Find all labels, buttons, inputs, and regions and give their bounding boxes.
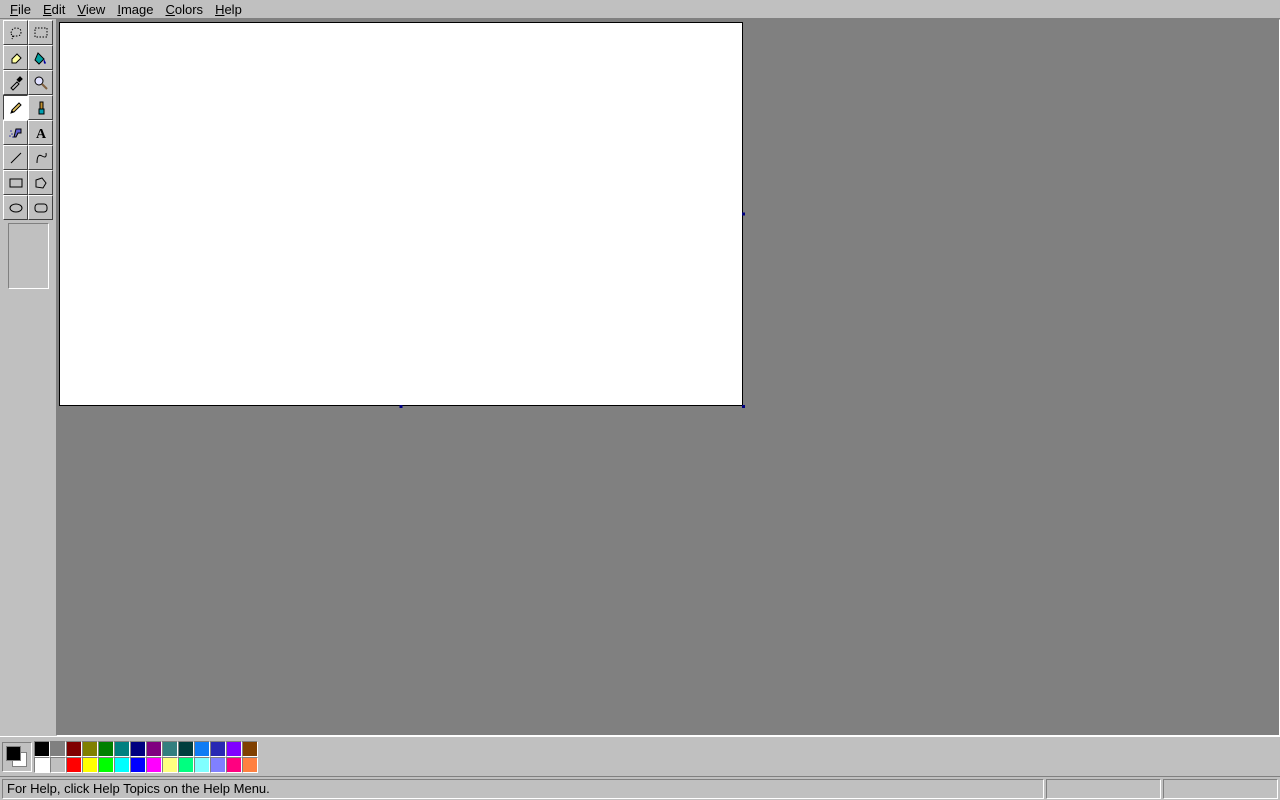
- tool-brush[interactable]: [28, 95, 53, 120]
- tool-airbrush[interactable]: [3, 120, 28, 145]
- brush-icon: [33, 100, 49, 116]
- resize-handle-corner[interactable]: [742, 405, 745, 408]
- tool-curve[interactable]: [28, 145, 53, 170]
- color-swatch-5[interactable]: [114, 741, 130, 757]
- menubar: File Edit View Image Colors Help: [0, 0, 1280, 19]
- toolbox: A: [0, 19, 56, 736]
- color-swatch-8[interactable]: [162, 741, 178, 757]
- resize-handle-right[interactable]: [742, 213, 745, 216]
- eraser-icon: [8, 50, 24, 66]
- polygon-icon: [33, 175, 49, 191]
- color-swatch-20[interactable]: [130, 757, 146, 773]
- color-swatch-13[interactable]: [242, 741, 258, 757]
- rect-select-icon: [33, 25, 49, 41]
- tool-free-select[interactable]: [3, 20, 28, 45]
- color-swatch-14[interactable]: [34, 757, 50, 773]
- status-size: [1163, 779, 1278, 799]
- tool-fill[interactable]: [28, 45, 53, 70]
- color-swatch-19[interactable]: [114, 757, 130, 773]
- color-swatch-4[interactable]: [98, 741, 114, 757]
- color-swatch-16[interactable]: [66, 757, 82, 773]
- menu-colors[interactable]: Colors: [159, 0, 209, 19]
- tool-ellipse[interactable]: [3, 195, 28, 220]
- ellipse-icon: [8, 200, 24, 216]
- menu-image[interactable]: Image: [111, 0, 159, 19]
- fill-icon: [33, 50, 49, 66]
- tool-line[interactable]: [3, 145, 28, 170]
- color-indicator[interactable]: [2, 742, 32, 772]
- menu-edit[interactable]: Edit: [37, 0, 71, 19]
- color-swatch-12[interactable]: [226, 741, 242, 757]
- color-swatch-9[interactable]: [178, 741, 194, 757]
- tool-rounded-rect[interactable]: [28, 195, 53, 220]
- magnifier-icon: [33, 75, 49, 91]
- color-swatch-2[interactable]: [66, 741, 82, 757]
- menu-help[interactable]: Help: [209, 0, 248, 19]
- color-swatch-1[interactable]: [50, 741, 66, 757]
- svg-text:A: A: [35, 127, 46, 141]
- color-swatch-11[interactable]: [210, 741, 226, 757]
- tool-rect-select[interactable]: [28, 20, 53, 45]
- status-text: For Help, click Help Topics on the Help …: [2, 779, 1044, 799]
- canvas[interactable]: [59, 22, 743, 406]
- color-swatch-15[interactable]: [50, 757, 66, 773]
- line-icon: [8, 150, 24, 166]
- color-swatch-23[interactable]: [178, 757, 194, 773]
- resize-handle-bottom[interactable]: [400, 405, 403, 408]
- tool-pencil[interactable]: [3, 95, 28, 120]
- color-palette-panel: [0, 736, 1280, 776]
- color-swatch-0[interactable]: [34, 741, 50, 757]
- menu-file[interactable]: File: [4, 0, 37, 19]
- status-coords: [1046, 779, 1161, 799]
- color-swatch-7[interactable]: [146, 741, 162, 757]
- tool-picker[interactable]: [3, 70, 28, 95]
- rounded-rect-icon: [33, 200, 49, 216]
- statusbar: For Help, click Help Topics on the Help …: [0, 776, 1280, 800]
- color-swatch-26[interactable]: [226, 757, 242, 773]
- rectangle-icon: [8, 175, 24, 191]
- free-select-icon: [8, 25, 24, 41]
- color-swatch-21[interactable]: [146, 757, 162, 773]
- tool-options: [8, 223, 49, 289]
- text-icon: A: [33, 125, 49, 141]
- airbrush-icon: [8, 125, 24, 141]
- curve-icon: [33, 150, 49, 166]
- menu-view[interactable]: View: [71, 0, 111, 19]
- tool-magnifier[interactable]: [28, 70, 53, 95]
- color-swatch-24[interactable]: [194, 757, 210, 773]
- foreground-color-swatch[interactable]: [6, 746, 21, 761]
- tool-text[interactable]: A: [28, 120, 53, 145]
- color-swatch-3[interactable]: [82, 741, 98, 757]
- color-palette: [34, 741, 258, 773]
- tool-polygon[interactable]: [28, 170, 53, 195]
- picker-icon: [8, 75, 24, 91]
- color-swatch-18[interactable]: [98, 757, 114, 773]
- tool-eraser[interactable]: [3, 45, 28, 70]
- tool-rectangle[interactable]: [3, 170, 28, 195]
- canvas-work-area: [56, 19, 1280, 736]
- color-swatch-22[interactable]: [162, 757, 178, 773]
- color-swatch-6[interactable]: [130, 741, 146, 757]
- pencil-icon: [8, 100, 24, 116]
- color-swatch-25[interactable]: [210, 757, 226, 773]
- color-swatch-17[interactable]: [82, 757, 98, 773]
- color-swatch-27[interactable]: [242, 757, 258, 773]
- color-swatch-10[interactable]: [194, 741, 210, 757]
